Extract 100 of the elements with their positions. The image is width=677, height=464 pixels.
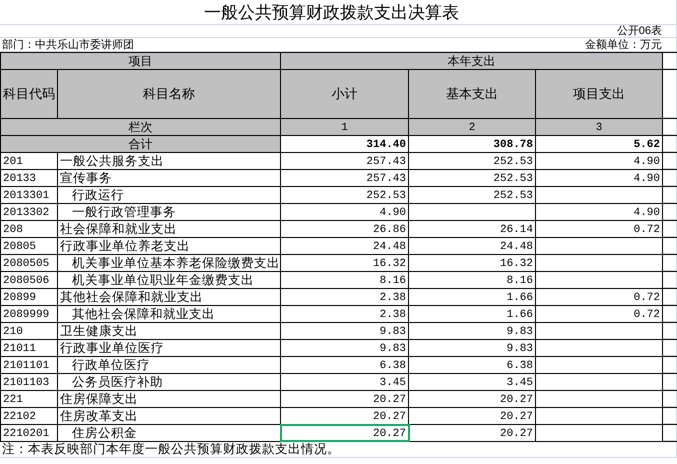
empty-grid-cell <box>663 238 677 254</box>
table-cell: 机关事业单位基本养老保险缴费支出 <box>72 256 280 271</box>
header-cell: 3 <box>536 119 663 135</box>
table-cell: 24.48 <box>372 240 406 254</box>
table-cell: 一般行政管理事务 <box>72 205 176 220</box>
footnote: 注：本表反映部门本年度一般公共预算财政拨款支出情况。 <box>2 442 340 457</box>
empty-grid-cell <box>663 425 677 441</box>
table-cell: 26.86 <box>372 223 406 237</box>
table-cell: 221 <box>3 393 23 407</box>
table-cell: 2080506 <box>3 274 50 288</box>
empty-grid-cell <box>663 391 677 407</box>
table-cell: 行政单位医疗 <box>72 358 150 373</box>
table-cell: 5.62 <box>634 138 660 152</box>
table-cell: 20.27 <box>500 410 533 424</box>
table-cell: 314.40 <box>366 138 406 152</box>
empty-grid-cell <box>663 289 677 305</box>
table-cell: 308.78 <box>493 138 533 152</box>
table-cell: 20.27 <box>372 410 406 424</box>
table-cell: 252.53 <box>493 189 533 203</box>
table-cell: 6.38 <box>380 359 406 373</box>
header-cell: 2 <box>409 119 536 135</box>
empty-grid-cell <box>663 323 677 339</box>
empty-grid-cell <box>663 136 677 152</box>
empty-grid-cell <box>663 53 677 69</box>
empty-grid-cell <box>663 204 677 220</box>
empty-grid-cell <box>663 170 677 186</box>
table-cell: 26.14 <box>500 223 533 237</box>
table-cell: 21011 <box>3 342 36 356</box>
empty-grid-cell <box>663 272 677 288</box>
report-title: 一般公共预算财政拨款支出决算表 <box>204 3 459 23</box>
table-cell: 201 <box>3 155 23 169</box>
header-cell: 科目名称 <box>58 70 281 118</box>
table-cell: 3.45 <box>506 376 533 390</box>
table-cell: 208 <box>3 223 23 237</box>
table-cell: 6.38 <box>506 359 533 373</box>
empty-grid-cell <box>663 70 677 118</box>
empty-grid-cell <box>663 153 677 169</box>
empty-grid-cell <box>663 255 677 271</box>
table-cell: 1.66 <box>506 291 533 305</box>
table-cell: 0.72 <box>634 308 660 322</box>
empty-grid-cell <box>663 374 677 390</box>
table-cell: 2210201 <box>3 427 50 441</box>
table-cell: 行政事业单位养老支出 <box>60 239 190 254</box>
table-cell: 252.53 <box>366 189 406 203</box>
empty-grid-cell <box>663 119 677 135</box>
table-cell: 2013302 <box>3 206 50 220</box>
table-cell: 住房公积金 <box>72 426 137 441</box>
table-cell: 2101101 <box>3 359 50 373</box>
header-cell: 基本支出 <box>409 70 536 118</box>
table-cell: 宣传事务 <box>60 171 112 186</box>
table-cell: 9.83 <box>506 342 533 356</box>
header-cell: 1 <box>281 119 409 135</box>
table-cell: 20.27 <box>372 427 406 441</box>
header-cell: 本年支出 <box>281 53 663 69</box>
empty-grid-cell <box>663 187 677 203</box>
table-cell: 8.16 <box>380 274 406 288</box>
table-cell: 20899 <box>3 291 36 305</box>
empty-grid-cell <box>663 221 677 237</box>
header-cell: 项目支出 <box>536 70 663 118</box>
table-cell: 行政运行 <box>72 188 124 203</box>
table-cell: 16.32 <box>372 257 406 271</box>
header-cell: 栏次 <box>0 119 281 135</box>
table-cell: 9.83 <box>380 325 406 339</box>
table-cell: 252.53 <box>493 172 533 186</box>
table-cell: 2013301 <box>3 189 50 203</box>
table-cell: 一般公共服务支出 <box>60 154 164 169</box>
table-cell: 20.27 <box>500 393 533 407</box>
table-cell: 4.90 <box>634 206 660 220</box>
table-cell: 机关事业单位职业年金缴费支出 <box>72 273 254 288</box>
table-cell: 社会保障和就业支出 <box>60 222 177 237</box>
table-cell: 16.32 <box>500 257 533 271</box>
table-cell: 2.38 <box>380 308 406 322</box>
department-label: 部门：中共乐山市委讲师团 <box>2 38 134 50</box>
table-cell: 2.38 <box>380 291 406 305</box>
empty-grid-cell <box>663 408 677 424</box>
table-cell: 行政事业单位医疗 <box>60 341 164 356</box>
table-cell: 0.72 <box>634 223 660 237</box>
table-cell: 4.90 <box>634 155 660 169</box>
table-cell: 257.43 <box>366 172 406 186</box>
empty-grid-cell <box>663 357 677 373</box>
empty-grid-cell <box>663 306 677 322</box>
header-cell: 项目 <box>0 53 281 69</box>
table-cell: 22102 <box>3 410 36 424</box>
form-number: 公开06表 <box>616 25 662 37</box>
table-cell: 2101103 <box>3 376 50 390</box>
header-cell: 小计 <box>281 70 409 118</box>
table-cell: 20.27 <box>372 393 406 407</box>
table-cell: 4.90 <box>634 172 660 186</box>
table-cell: 其他社会保障和就业支出 <box>72 307 215 322</box>
table-cell: 公务员医疗补助 <box>72 375 163 390</box>
table-cell: 住房保障支出 <box>60 392 138 407</box>
table-cell: 2080505 <box>3 257 50 271</box>
table-cell: 0.72 <box>634 291 660 305</box>
table-cell: 252.53 <box>493 155 533 169</box>
table-cell: 257.43 <box>366 155 406 169</box>
table-cell: 9.83 <box>380 342 406 356</box>
header-cell: 科目代码 <box>0 70 58 118</box>
unit-label: 金额单位：万元 <box>585 38 662 50</box>
table-cell: 2089999 <box>3 308 50 322</box>
table-cell: 卫生健康支出 <box>60 324 138 339</box>
